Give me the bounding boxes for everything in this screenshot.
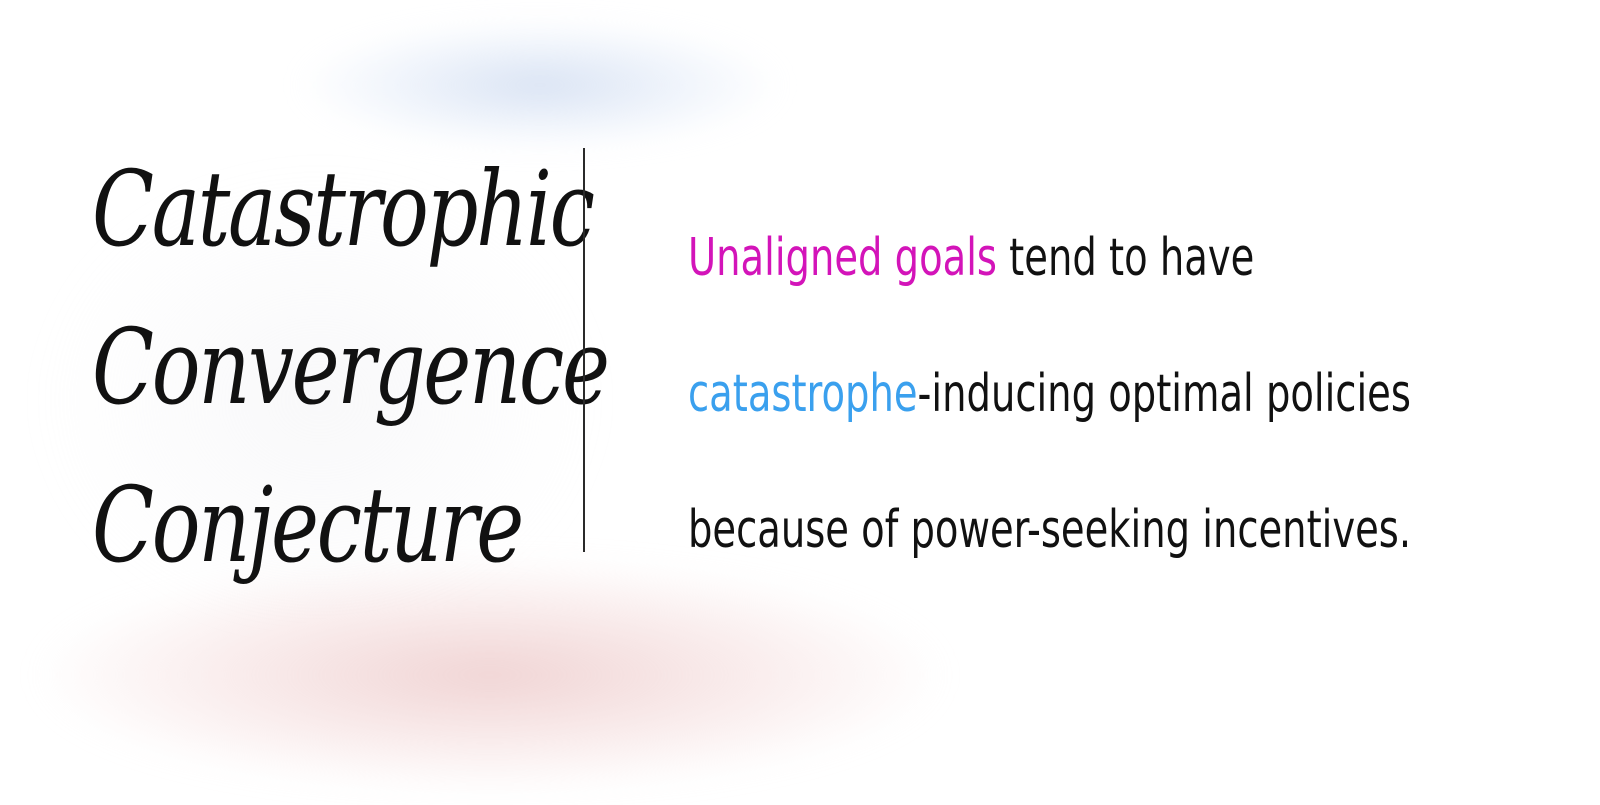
unaligned-goals-highlight: Unaligned goals (688, 228, 997, 288)
statement-line-3: because of power-seeking incentives. (688, 500, 1412, 560)
conjecture-title: Catastrophic Convergence Conjecture (92, 130, 610, 604)
title-line-conjecture: Conjecture (92, 464, 524, 586)
vertical-divider (583, 148, 585, 552)
slide-canvas: Catastrophic Convergence Conjecture Unal… (0, 0, 1600, 805)
title-line-convergence: Convergence (92, 306, 610, 428)
title-line-catastrophic: Catastrophic (92, 148, 595, 270)
conjecture-statement: Unaligned goals tend to have catastrophe… (688, 190, 1548, 598)
catastrophe-highlight: catastrophe (688, 364, 918, 424)
statement-line-1-text: tend to have (996, 228, 1255, 288)
statement-line-2-text: -inducing optimal policies (917, 364, 1411, 424)
statement-line-2: catastrophe-inducing optimal policies (688, 326, 1411, 462)
statement-line-1: Unaligned goals tend to have (688, 190, 1324, 326)
